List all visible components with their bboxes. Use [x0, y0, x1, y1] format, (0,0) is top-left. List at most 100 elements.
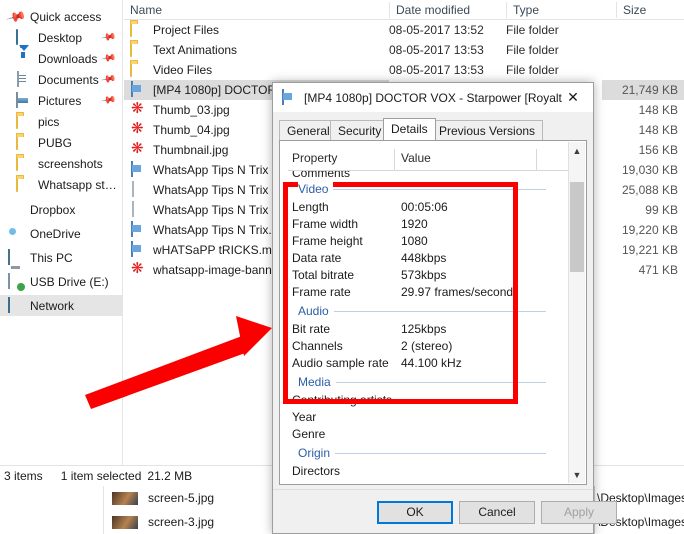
group-label: Audio: [298, 301, 334, 321]
list-item[interactable]: screen-5.jpg: [104, 486, 300, 510]
dialog-title-bar[interactable]: [MP4 1080p] DOCTOR VOX - Starpower [Roya…: [273, 83, 593, 112]
group-divider: [298, 189, 546, 190]
close-icon[interactable]: ✕: [553, 83, 593, 112]
jpg-file-icon: ❋: [131, 140, 144, 157]
sidebar-item-documents[interactable]: Documents 📌: [0, 69, 122, 90]
property-row[interactable]: Comments: [288, 171, 546, 180]
property-row[interactable]: Audio sample rate 44.100 kHz: [288, 355, 546, 372]
document-icon: [16, 70, 32, 88]
header-divider: [394, 149, 395, 171]
property-row[interactable]: Directors: [288, 463, 546, 476]
sidebar-item-label: Pictures: [38, 93, 82, 108]
property-group-video: Video: [288, 179, 546, 199]
property-row[interactable]: Total bitrate 573kbps: [288, 267, 546, 284]
sidebar-item-quick-access[interactable]: 📌 Quick access: [0, 6, 122, 27]
file-name-label: wHATSaPP tRICKS.mp4: [153, 243, 286, 257]
file-size-cell: 471 KB: [638, 263, 678, 277]
file-size-cell: 21,749 KB: [602, 80, 684, 100]
sidebar-item-downloads[interactable]: Downloads 📌: [0, 44, 122, 69]
apply-button[interactable]: Apply: [541, 501, 617, 524]
property-value: 44.100 kHz: [401, 356, 462, 370]
column-header-name[interactable]: Name: [124, 2, 389, 18]
sidebar-item-dropbox[interactable]: Dropbox: [0, 199, 122, 220]
property-value: 00:05:06: [401, 200, 448, 214]
background-left-column: [0, 486, 104, 534]
sidebar-item-this-pc[interactable]: This PC: [0, 247, 122, 268]
network-icon: [8, 296, 24, 314]
picture-icon: [16, 91, 32, 109]
property-row[interactable]: Data rate 448kbps: [288, 250, 546, 267]
sidebar-item-whatsapp-status[interactable]: Whatsapp status: [0, 174, 122, 195]
sidebar-item-label: Dropbox: [30, 202, 76, 217]
column-headers: Name Date modified Type Size: [124, 0, 684, 20]
file-date-cell: 08-05-2017 13:53: [389, 63, 484, 77]
sidebar-item-onedrive[interactable]: OneDrive: [0, 223, 122, 244]
sidebar-item-pics[interactable]: pics: [0, 111, 122, 132]
tab-security[interactable]: Security: [330, 120, 390, 140]
property-row[interactable]: Year: [288, 409, 546, 426]
file-name-label: WhatsApp Tips N Trix (: [153, 163, 276, 177]
sidebar-item-label: Documents: [38, 72, 99, 87]
file-name-label: WhatsApp Tips N Trix (: [153, 203, 276, 217]
sidebar-item-usb-drive[interactable]: USB Drive (E:): [0, 271, 122, 292]
sidebar-item-label: Desktop: [38, 30, 83, 45]
tab-general[interactable]: General: [279, 120, 338, 140]
file-size-cell: 19,030 KB: [621, 163, 678, 177]
video-file-icon: [130, 161, 146, 178]
list-item[interactable]: screen-3.jpg: [104, 510, 300, 534]
property-value: 2 (stereo): [401, 339, 453, 353]
group-label: Media: [298, 372, 336, 392]
file-size-cell: 156 KB: [638, 143, 678, 157]
property-row[interactable]: Length 00:05:06: [288, 199, 546, 216]
column-header-type[interactable]: Type: [506, 2, 616, 18]
details-tab-page: Property Value Comments Video Length 00:…: [279, 140, 587, 485]
chevron-down-icon[interactable]: ▼: [569, 466, 585, 483]
file-type-cell: File folder: [506, 63, 559, 77]
table-row[interactable]: Project Files 08-05-2017 13:52 File fold…: [124, 20, 684, 40]
property-row[interactable]: Genre: [288, 426, 546, 443]
property-value: 573kbps: [401, 268, 447, 282]
tab-details[interactable]: Details: [383, 118, 436, 140]
cancel-button[interactable]: Cancel: [459, 501, 535, 524]
sidebar-item-network[interactable]: Network: [0, 295, 122, 316]
property-value: 29.97 frames/second: [401, 285, 514, 299]
property-key: Audio sample rate: [292, 356, 389, 370]
tab-previous-versions[interactable]: Previous Versions: [431, 120, 544, 140]
file-size-cell: 148 KB: [638, 123, 678, 137]
folder-icon: [16, 175, 32, 193]
property-row[interactable]: Bit rate 125kbps: [288, 321, 546, 338]
property-row[interactable]: Frame height 1080: [288, 233, 546, 250]
column-header-value[interactable]: Value: [401, 151, 431, 165]
file-name-label: WhatsApp Tips N Trix (: [153, 183, 276, 197]
property-group-origin: Origin: [288, 443, 546, 463]
scrollbar-thumb[interactable]: [570, 182, 584, 272]
cloud-icon: [8, 226, 24, 242]
column-header-date-modified[interactable]: Date modified: [389, 2, 506, 18]
column-header-property[interactable]: Property: [292, 151, 337, 165]
file-name-cell: Video Files: [124, 60, 389, 80]
property-key: Contributing artists: [292, 393, 393, 407]
property-row[interactable]: Frame rate 29.97 frames/second: [288, 284, 546, 301]
property-grid-scrollbar[interactable]: ▲ ▼: [568, 142, 585, 483]
property-group-audio: Audio: [288, 301, 546, 321]
sidebar-item-pictures[interactable]: Pictures 📌: [0, 90, 122, 111]
property-grid-rows: Comments Video Length 00:05:06 Frame wid…: [288, 171, 546, 476]
property-row[interactable]: Contributing artists: [288, 392, 546, 409]
file-date-cell: 08-05-2017 13:52: [389, 23, 484, 37]
sidebar-item-pubg[interactable]: PUBG: [0, 132, 122, 153]
table-row[interactable]: Text Animations 08-05-2017 13:53 File fo…: [124, 40, 684, 60]
sidebar-item-label: pics: [38, 114, 60, 129]
property-key: Genre: [292, 427, 326, 441]
ok-button[interactable]: OK: [377, 501, 453, 524]
property-row[interactable]: Channels 2 (stereo): [288, 338, 546, 355]
sidebar-item-screenshots[interactable]: screenshots: [0, 153, 122, 174]
chevron-up-icon[interactable]: ▲: [569, 142, 585, 159]
property-row[interactable]: Frame width 1920: [288, 216, 546, 233]
table-row[interactable]: Video Files 08-05-2017 13:53 File folder: [124, 60, 684, 80]
property-value: 1080: [401, 234, 428, 248]
this-pc-icon: [8, 248, 24, 266]
video-file-icon: [130, 81, 146, 98]
column-header-size[interactable]: Size: [616, 2, 684, 18]
jpg-file-icon: ❋: [131, 260, 144, 277]
pin-icon: 📌: [99, 92, 117, 109]
